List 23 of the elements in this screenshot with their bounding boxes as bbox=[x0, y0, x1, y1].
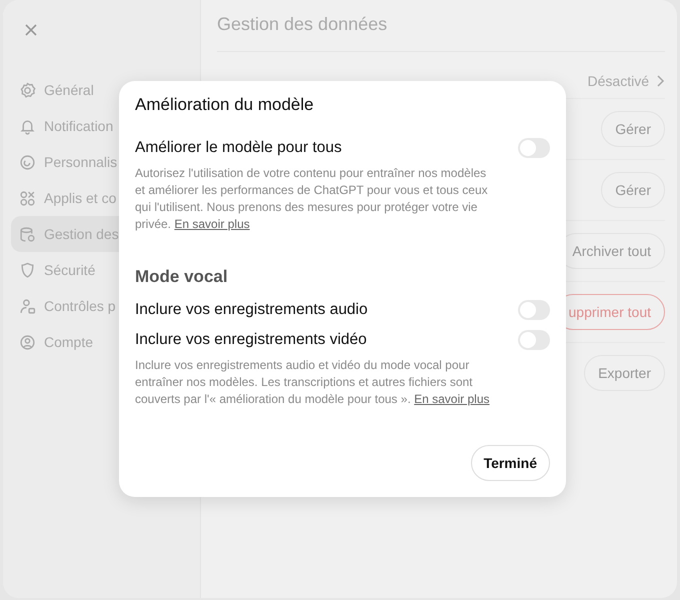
account-icon bbox=[19, 334, 36, 350]
setting-label: Inclure vos enregistrements audio bbox=[135, 301, 368, 319]
learn-more-link[interactable]: En savoir plus bbox=[414, 392, 490, 406]
data-icon bbox=[19, 226, 36, 242]
apps-icon bbox=[19, 190, 36, 206]
section-heading: Mode vocal bbox=[135, 267, 229, 287]
setting-label: Inclure vos enregistrements vidéo bbox=[135, 331, 367, 349]
page-title: Gestion des données bbox=[217, 14, 665, 52]
clock-icon bbox=[19, 154, 36, 170]
action-button[interactable]: Gérer bbox=[601, 172, 665, 208]
close-icon[interactable] bbox=[23, 22, 39, 38]
setting-description: Inclure vos enregistrements audio et vidéo du mode vocal pour entraîner nos modèles. Les transcriptions et autres fichiers sont couverts par l'« amélioration du modèle pour tous ». En savoir plus bbox=[135, 357, 490, 408]
done-button[interactable]: Terminé bbox=[470, 445, 550, 481]
person-icon bbox=[19, 298, 36, 314]
bell-icon bbox=[19, 118, 36, 134]
dialog-title: Amélioration du modèle bbox=[135, 95, 315, 115]
shield-icon bbox=[19, 262, 36, 278]
gear-icon bbox=[19, 82, 36, 98]
action-button[interactable]: Gérer bbox=[601, 111, 665, 147]
action-button[interactable]: Exporter bbox=[584, 355, 665, 391]
setting-label: Améliorer le modèle pour tous bbox=[135, 139, 342, 157]
chevron-icon[interactable] bbox=[655, 75, 665, 87]
setting-value[interactable]: Désactivé bbox=[588, 73, 649, 89]
